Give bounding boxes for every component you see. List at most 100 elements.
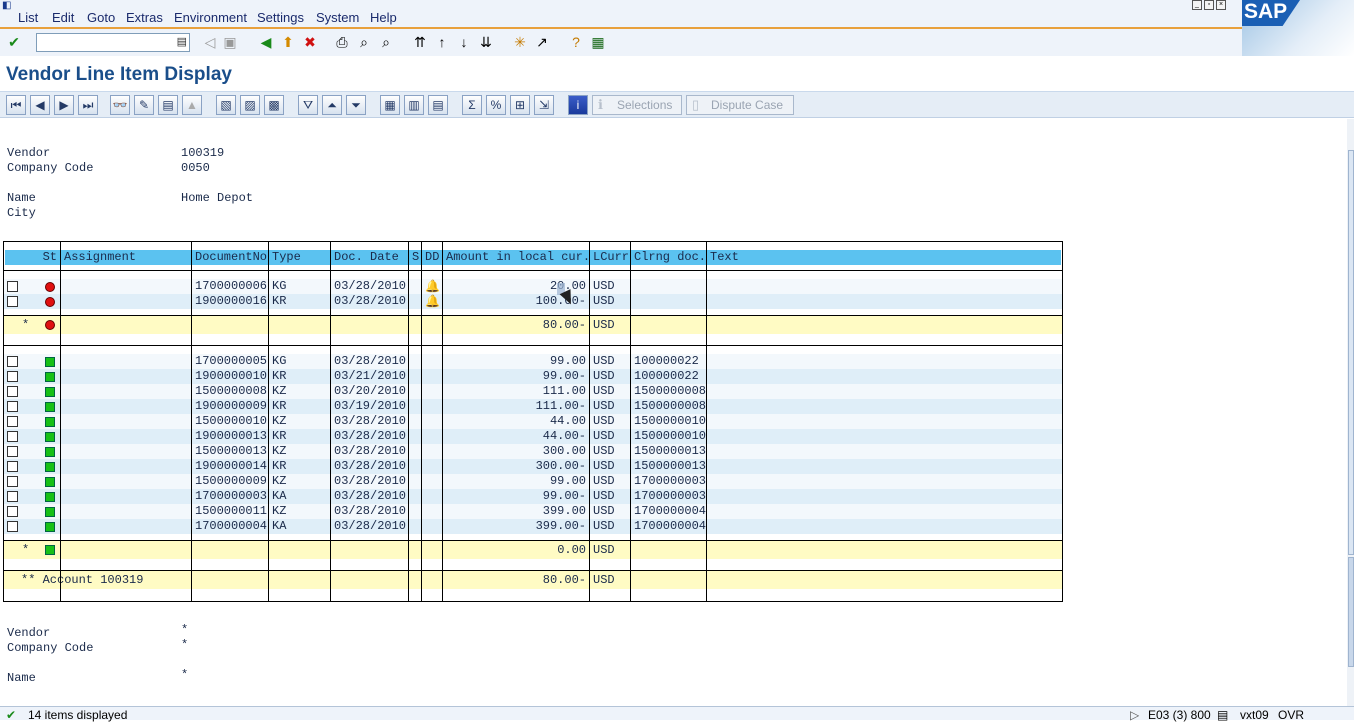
col-s[interactable]: S (409, 250, 421, 265)
document-no-cell[interactable]: 1700000004 (195, 519, 267, 534)
menu-environment[interactable]: Environment (174, 10, 247, 25)
filter-icon[interactable]: ⛛ (298, 95, 318, 115)
document-no-cell[interactable]: 1900000009 (195, 399, 267, 414)
sort-ascending-icon[interactable]: ⏶ (322, 95, 342, 115)
document-no-cell[interactable]: 1700000003 (195, 489, 267, 504)
mass-change-icon[interactable]: ▤ (158, 95, 178, 115)
menu-list[interactable]: List (18, 10, 38, 25)
save-layout-icon[interactable]: ▤ (428, 95, 448, 115)
row-checkbox[interactable] (7, 476, 18, 487)
document-no-cell[interactable]: 1500000008 (195, 384, 267, 399)
app-menu-icon[interactable]: ◧ (2, 0, 16, 11)
next-page-icon[interactable]: ↓ (456, 34, 472, 50)
row-checkbox[interactable] (7, 296, 18, 307)
document-no-cell[interactable]: 1700000005 (195, 354, 267, 369)
sort-descending-icon[interactable]: ⏷ (346, 95, 366, 115)
change-layout-icon[interactable]: ▥ (404, 95, 424, 115)
disabled-icon[interactable]: ▲ (182, 95, 202, 115)
selections-button[interactable]: ℹ Selections (592, 95, 682, 115)
find-next-icon[interactable]: ⌕ (378, 34, 394, 50)
save-icon[interactable]: ▣ (222, 34, 238, 50)
document-no-cell[interactable]: 1500000011 (195, 504, 267, 519)
row-checkbox[interactable] (7, 461, 18, 472)
next-item-icon[interactable]: ▶ (54, 95, 74, 115)
scrollbar-thumb[interactable] (1348, 150, 1354, 555)
command-field-dropdown-icon[interactable]: ▤ (177, 35, 187, 48)
display-icon[interactable]: 👓 (110, 95, 130, 115)
row-checkbox[interactable] (7, 416, 18, 427)
export-icon[interactable]: ⇲ (534, 95, 554, 115)
find-icon[interactable]: ⌕ (356, 34, 372, 50)
back-icon[interactable]: ◀ (258, 34, 274, 50)
col-text[interactable]: Text (707, 250, 1061, 265)
row-checkbox[interactable] (7, 521, 18, 532)
row-checkbox[interactable] (7, 386, 18, 397)
menu-goto[interactable]: Goto (87, 10, 115, 25)
previous-item-icon[interactable]: ◀ (30, 95, 50, 115)
row-checkbox[interactable] (7, 401, 18, 412)
row-checkbox[interactable] (7, 506, 18, 517)
minimize-icon[interactable]: _ (1192, 0, 1202, 10)
dispute-case-button[interactable]: ▯ Dispute Case (686, 95, 794, 115)
col-assignment[interactable]: Assignment (61, 250, 191, 265)
amount-cell: 111.00- (535, 399, 586, 413)
shortcut-icon[interactable]: ↗ (534, 34, 550, 50)
subtotal-icon[interactable]: % (486, 95, 506, 115)
first-item-icon[interactable]: ⏮ (6, 95, 26, 115)
row-checkbox[interactable] (7, 281, 18, 292)
last-page-icon[interactable]: ⇊ (478, 34, 494, 50)
col-status[interactable]: St (5, 250, 60, 265)
exit-icon[interactable]: ⬆ (280, 34, 296, 50)
col-lcurr[interactable]: LCurr (590, 250, 630, 265)
row-checkbox[interactable] (7, 446, 18, 457)
document-no-cell[interactable]: 1900000016 (195, 294, 267, 309)
cancel-icon[interactable]: ✖ (302, 34, 318, 50)
row-checkbox[interactable] (7, 356, 18, 367)
expand-icon[interactable]: ⊞ (510, 95, 530, 115)
document-no-cell[interactable]: 1900000013 (195, 429, 267, 444)
type-cell: KR (272, 459, 287, 473)
col-dd[interactable]: DD (422, 250, 442, 265)
last-item-icon[interactable]: ⏭ (78, 95, 98, 115)
choose-layout-icon[interactable]: ▦ (380, 95, 400, 115)
print-icon[interactable]: ⎙ (334, 34, 350, 50)
col-amount[interactable]: Amount in local cur. (443, 250, 589, 265)
menu-settings[interactable]: Settings (257, 10, 304, 25)
col-doc-date[interactable]: Doc. Date (331, 250, 408, 265)
row-checkbox[interactable] (7, 431, 18, 442)
enter-icon[interactable]: ✔ (6, 34, 22, 50)
deselect-icon[interactable]: ▨ (240, 95, 260, 115)
table-row: 1900000013 KR 03/28/2010 44.00- USD 150000001… (4, 429, 1062, 444)
change-icon[interactable]: ✎ (134, 95, 154, 115)
menu-edit[interactable]: Edit (52, 10, 74, 25)
select-all-icon[interactable]: ▧ (216, 95, 236, 115)
customize-layout-icon[interactable]: ▦ (590, 34, 606, 50)
document-no-cell[interactable]: 1700000006 (195, 279, 267, 294)
restore-icon[interactable]: ▫ (1204, 0, 1214, 10)
document-no-cell[interactable]: 1500000013 (195, 444, 267, 459)
menu-help[interactable]: Help (370, 10, 397, 25)
command-field[interactable]: ▤ (36, 33, 190, 52)
column-divider (191, 242, 192, 601)
document-no-cell[interactable]: 1500000010 (195, 414, 267, 429)
total-icon[interactable]: Σ (462, 95, 482, 115)
document-no-cell[interactable]: 1500000009 (195, 474, 267, 489)
scrollbar-track-lower[interactable] (1348, 557, 1354, 667)
first-page-icon[interactable]: ⇈ (412, 34, 428, 50)
document-no-cell[interactable]: 1900000014 (195, 459, 267, 474)
menu-extras[interactable]: Extras (126, 10, 163, 25)
row-checkbox[interactable] (7, 371, 18, 382)
col-type[interactable]: Type (269, 250, 330, 265)
document-no-cell[interactable]: 1900000010 (195, 369, 267, 384)
col-clearing-doc[interactable]: Clrng doc. (631, 250, 706, 265)
row-checkbox[interactable] (7, 491, 18, 502)
help-icon[interactable]: ? (568, 34, 584, 50)
info-icon[interactable]: i (568, 95, 588, 115)
previous-page-icon[interactable]: ↑ (434, 34, 450, 50)
new-session-icon[interactable]: ✳ (512, 34, 528, 50)
close-icon[interactable]: × (1216, 0, 1226, 10)
back-nav-icon[interactable]: ◁ (202, 34, 218, 50)
col-document-no[interactable]: DocumentNo (192, 250, 268, 265)
details-icon[interactable]: ▩ (264, 95, 284, 115)
menu-system[interactable]: System (316, 10, 359, 25)
